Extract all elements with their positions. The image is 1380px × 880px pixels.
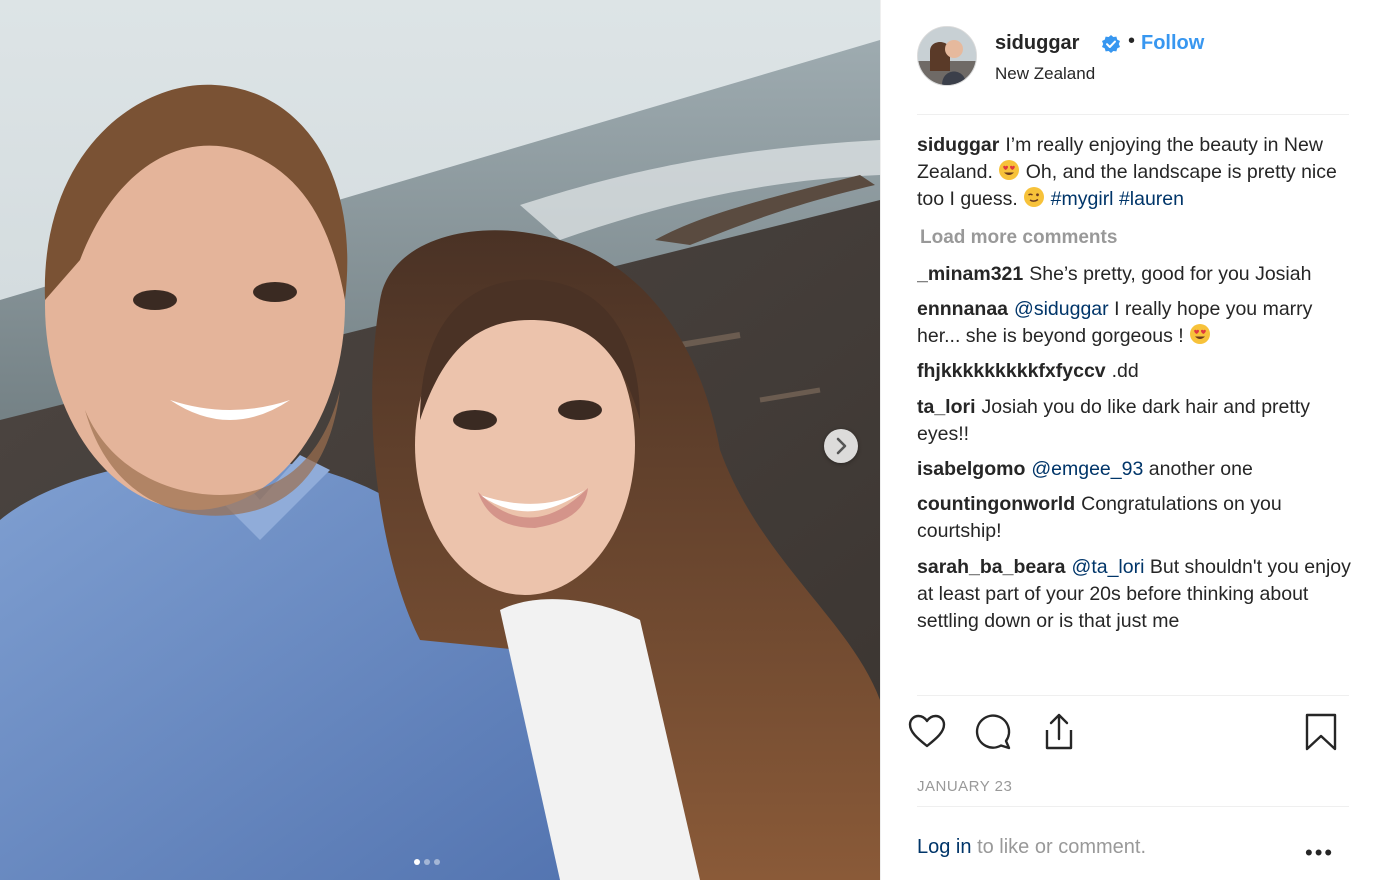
comment-item: ta_lori Josiah you do like dark hair and … [917, 394, 1353, 448]
post-photo[interactable] [0, 0, 880, 880]
comment-item: isabelgomo @emgee_93 another one [917, 456, 1353, 483]
post-header: siduggar • Follow New Zealand [917, 26, 1347, 88]
comment-username[interactable]: _minam321 [917, 263, 1023, 285]
avatar-image [918, 27, 976, 85]
chevron-right-icon [836, 437, 847, 455]
comment-mention[interactable]: @emgee_93 [1031, 458, 1143, 480]
header-divider [917, 114, 1349, 115]
comment-text: another one [1148, 458, 1253, 481]
bookmark-icon[interactable] [1303, 712, 1339, 752]
comment-item: ennnanaa @siduggar I really hope you marr… [917, 296, 1353, 350]
post-location[interactable]: New Zealand [995, 64, 1095, 84]
more-options-button[interactable]: ••• [1305, 840, 1334, 866]
comment-item: countingonworld Congratulations on you co… [917, 491, 1353, 545]
carousel-dot [424, 859, 430, 865]
comment-username[interactable]: ennnanaa [917, 298, 1008, 320]
comment-text: She’s pretty, good for you Josiah [1029, 262, 1312, 285]
hashtag-lauren[interactable]: #lauren [1119, 188, 1184, 210]
instagram-post: siduggar • Follow New Zealand siduggar I’… [0, 0, 1380, 880]
follow-button[interactable]: Follow [1141, 32, 1204, 55]
next-slide-button[interactable] [824, 429, 858, 463]
wink-emoji-icon [1024, 187, 1045, 208]
header-separator: • [1128, 30, 1136, 52]
comment-username[interactable]: countingonworld [917, 493, 1075, 515]
heart-eyes-emoji-icon [1190, 324, 1211, 345]
heart-eyes-emoji-icon [999, 160, 1020, 181]
comment-username[interactable]: fhjkkkkkkkkkfxfyccv [917, 360, 1106, 382]
share-icon[interactable] [1039, 712, 1079, 752]
load-more-comments-button[interactable]: Load more comments [920, 224, 1353, 251]
heart-icon[interactable] [907, 712, 947, 752]
carousel-dot [414, 859, 420, 865]
comments-divider [917, 695, 1349, 696]
post-username[interactable]: siduggar [995, 32, 1079, 55]
comment-text: .dd [1111, 360, 1139, 383]
comments-list[interactable]: siduggar I’m really enjoying the beauty i… [917, 132, 1353, 695]
verified-icon [1102, 35, 1120, 53]
carousel-dot [434, 859, 440, 865]
caption-username[interactable]: siduggar [917, 134, 999, 156]
carousel-indicator [414, 859, 440, 867]
avatar[interactable] [917, 26, 977, 86]
comment-mention[interactable]: @siduggar [1014, 298, 1109, 320]
photo-illustration [0, 0, 880, 880]
post-date[interactable]: JANUARY 23 [917, 778, 1012, 795]
date-divider [917, 806, 1349, 807]
comment-username[interactable]: isabelgomo [917, 458, 1025, 480]
comment-item: sarah_ba_beara @ta_lori But shouldn't you… [917, 554, 1353, 636]
post-side-panel: siduggar • Follow New Zealand siduggar I’… [880, 0, 1380, 880]
hashtag-mygirl[interactable]: #mygirl [1051, 188, 1114, 210]
login-prompt-text: to like or comment. [977, 836, 1147, 858]
post-actions [907, 712, 1349, 756]
comment-icon[interactable] [973, 712, 1013, 752]
post-caption: siduggar I’m really enjoying the beauty i… [917, 132, 1353, 214]
login-prompt: Log in to like or comment. [917, 836, 1146, 859]
comment-item: _minam321 She’s pretty, good for you Josi… [917, 261, 1353, 288]
comment-username[interactable]: ta_lori [917, 396, 976, 418]
comment-username[interactable]: sarah_ba_beara [917, 556, 1066, 578]
comment-mention[interactable]: @ta_lori [1072, 556, 1145, 578]
comment-item: fhjkkkkkkkkkfxfyccv .dd [917, 358, 1353, 385]
login-link[interactable]: Log in [917, 836, 972, 858]
